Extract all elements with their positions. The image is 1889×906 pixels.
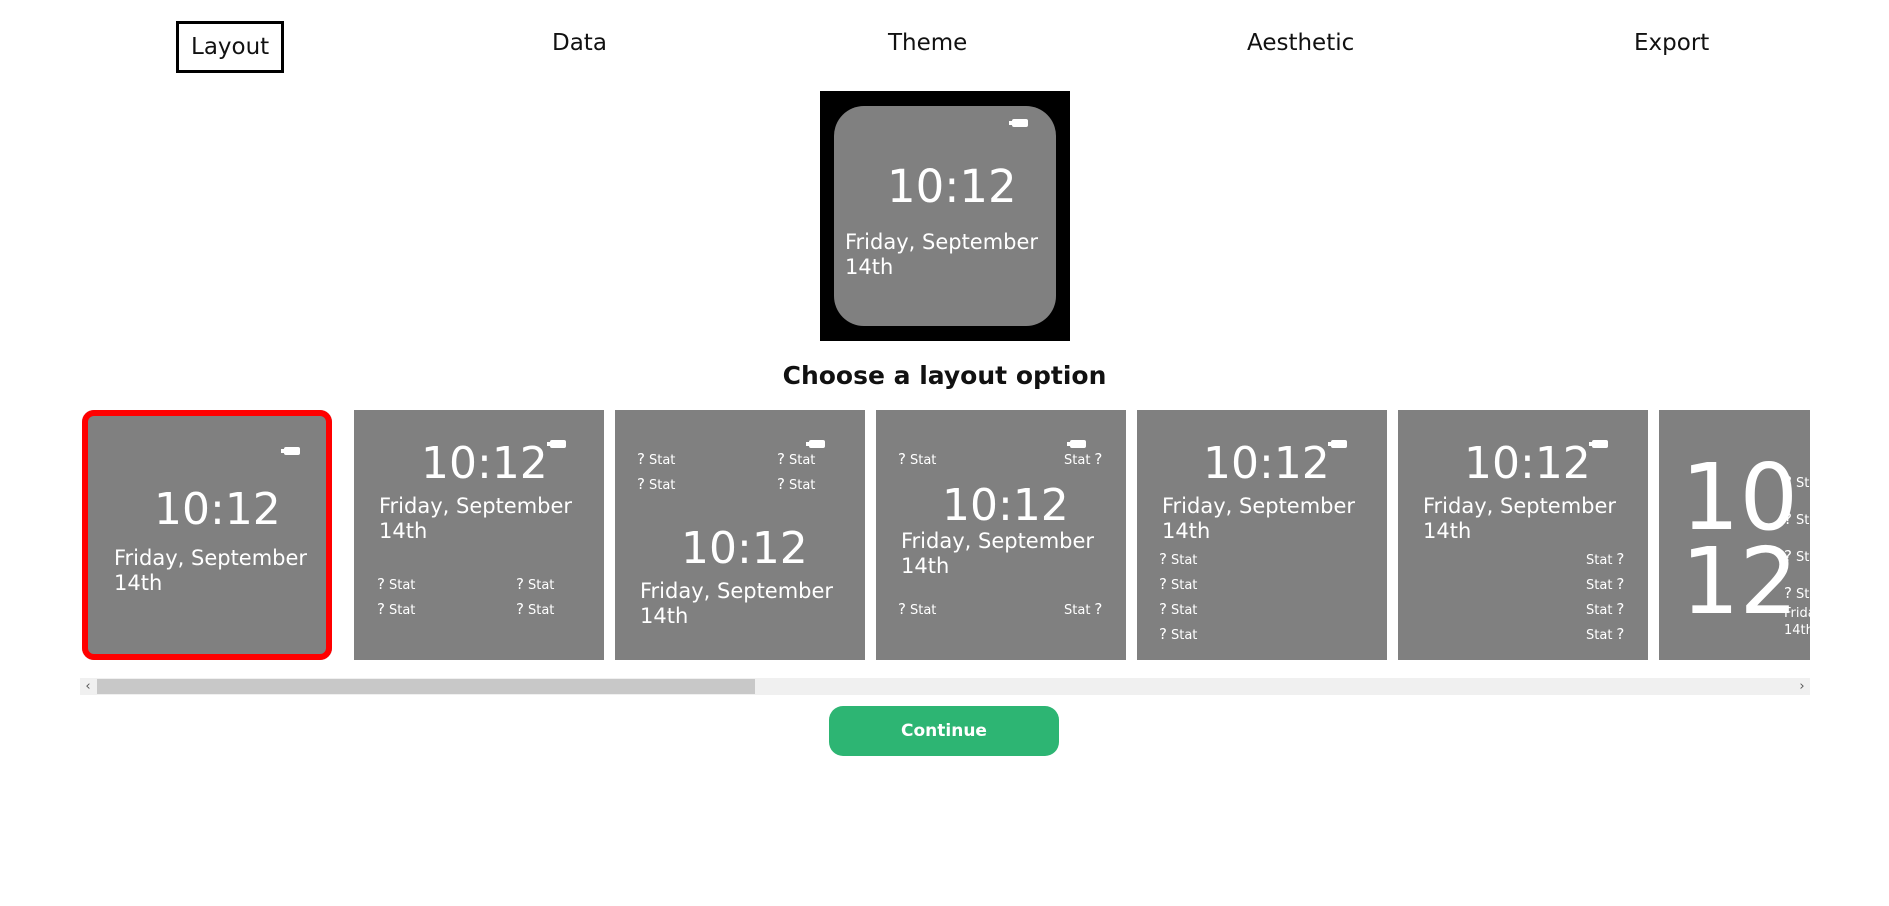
- layout-time: 10:12: [681, 523, 808, 574]
- stat-item: ?Stat: [1784, 584, 1810, 602]
- layout-time: 10:12: [154, 484, 281, 535]
- tab-export[interactable]: Export: [1634, 28, 1709, 58]
- tab-data[interactable]: Data: [552, 28, 607, 58]
- stat-item: ?Stat: [1159, 625, 1198, 643]
- stat-item: ?Stat: [777, 450, 816, 468]
- layout-option-4[interactable]: ? Stat Stat? 10:12 Friday, September 14th…: [876, 410, 1126, 660]
- stat-item: ?Stat: [1784, 510, 1810, 528]
- stat-item: Stat?: [1586, 550, 1625, 568]
- battery-icon: [281, 447, 300, 455]
- stat-item: ?Stat: [898, 450, 937, 468]
- watch-face: 10:12 Friday, September 14th: [834, 106, 1056, 326]
- stat-item: ?Stat: [516, 600, 555, 618]
- page-title: Choose a layout option: [782, 361, 1107, 390]
- scroll-right-arrow-icon[interactable]: ›: [1794, 678, 1810, 695]
- preview-time: 10:12: [887, 160, 1017, 213]
- layout-option-5[interactable]: 10:12 Friday, September 14th ? Stat ? Stat…: [1137, 410, 1387, 660]
- stat-item: ?Stat: [1784, 473, 1810, 491]
- layout-option-7[interactable]: 10 12 ?Stat ?Stat ?Stat ?Stat Frida 14th: [1659, 410, 1810, 660]
- stat-item: ?Stat: [516, 575, 555, 593]
- preview-date: Friday, September 14th: [845, 230, 1039, 279]
- stat-item: ?Stat: [637, 450, 676, 468]
- layout-option-6[interactable]: 10:12 Friday, September 14th Stat? Stat?…: [1398, 410, 1648, 660]
- battery-icon: [547, 440, 566, 448]
- watch-preview: 10:12 Friday, September 14th: [820, 91, 1070, 341]
- layout-date: Friday, September 14th: [114, 546, 308, 595]
- layout-date-line2: 14th: [1784, 623, 1810, 638]
- top-nav: Layout Data Theme Aesthetic Export: [0, 0, 1889, 90]
- layout-option-1[interactable]: 10:12 Friday, September 14th: [82, 410, 332, 660]
- stat-item: ?Stat: [1159, 550, 1198, 568]
- battery-icon: [1589, 440, 1608, 448]
- layout-date: Friday, September 14th: [901, 529, 1095, 578]
- battery-icon: [1328, 440, 1347, 448]
- layout-date: Friday, September 14th: [640, 579, 834, 628]
- layout-date: Friday, September 14th: [1162, 494, 1356, 543]
- layout-time: 10:12: [942, 480, 1069, 531]
- stat-item: ?Stat: [377, 600, 416, 618]
- layout-time: 10:12: [1464, 438, 1591, 489]
- battery-icon: [806, 440, 825, 448]
- stat-item: ?Stat: [898, 600, 937, 618]
- layout-date: Friday, September 14th: [1423, 494, 1617, 543]
- stat-item: Stat?: [1586, 625, 1625, 643]
- tab-aesthetic[interactable]: Aesthetic: [1247, 28, 1354, 58]
- layout-carousel[interactable]: 10:12 Friday, September 14th 10:12 Frida…: [80, 410, 1810, 675]
- stat-item: Stat?: [1064, 600, 1103, 618]
- stat-item: Stat?: [1064, 450, 1103, 468]
- layout-date-line1: Frida: [1784, 606, 1810, 621]
- tab-layout[interactable]: Layout: [176, 21, 285, 73]
- layout-time: 10:12: [421, 438, 548, 489]
- layout-option-3[interactable]: ? Stat ? Stat ? Stat ? Stat 10:12 Friday, Se…: [615, 410, 865, 660]
- stat-item: ?Stat: [1784, 547, 1810, 565]
- scroll-left-arrow-icon[interactable]: ‹: [80, 678, 96, 695]
- layout-minute: 12: [1681, 528, 1799, 635]
- stat-item: Stat?: [1586, 600, 1625, 618]
- stat-item: ?Stat: [637, 475, 676, 493]
- stat-item: Stat?: [1586, 575, 1625, 593]
- layout-date: Friday, September 14th: [379, 494, 573, 543]
- stat-item: ?Stat: [377, 575, 416, 593]
- stat-item: ?Stat: [1159, 575, 1198, 593]
- stat-item: ?Stat: [777, 475, 816, 493]
- layout-time: 10:12: [1203, 438, 1330, 489]
- tab-theme[interactable]: Theme: [888, 28, 967, 58]
- continue-button[interactable]: Continue: [829, 706, 1059, 756]
- scroll-thumb[interactable]: [97, 679, 755, 694]
- layout-option-2[interactable]: 10:12 Friday, September 14th ? Stat ? Stat…: [354, 410, 604, 660]
- battery-icon: [1009, 119, 1028, 127]
- carousel-scrollbar[interactable]: ‹ ›: [80, 678, 1810, 695]
- stat-item: ?Stat: [1159, 600, 1198, 618]
- battery-icon: [1067, 440, 1086, 448]
